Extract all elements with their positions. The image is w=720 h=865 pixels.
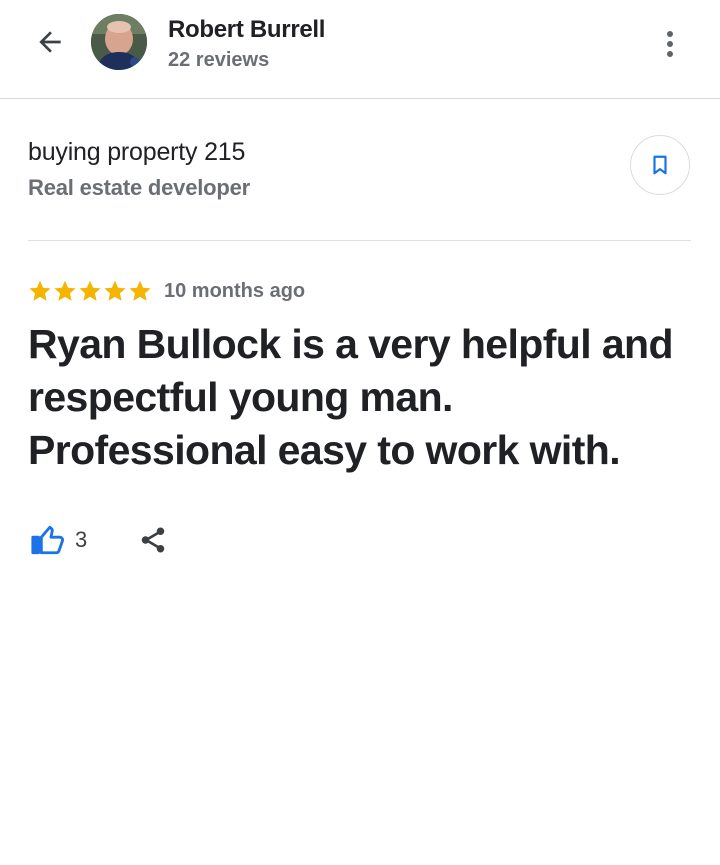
share-icon [141,527,165,553]
avatar[interactable] [91,14,147,70]
star-icon [54,280,76,301]
avatar-image [91,14,147,70]
star-icon [129,280,151,301]
bookmark-icon [653,155,667,175]
place-name[interactable]: buying property 215 [28,138,245,167]
divider [28,240,691,241]
review-text-line: Ryan Bullock is a very helpful and [28,321,674,367]
star-rating [28,279,152,303]
more-options-button[interactable] [656,26,684,62]
star-icon [29,280,51,301]
app-bar: Robert Burrell 22 reviews [0,0,720,99]
arrow-back-icon [39,31,61,53]
thumbs-up-icon [31,525,64,555]
share-button[interactable] [137,524,169,556]
review-time: 10 months ago [164,280,306,302]
save-button[interactable] [630,135,690,195]
place-category: Real estate developer [28,175,251,200]
reviewer-name[interactable]: Robert Burrell [168,16,325,44]
reviewer-review-count: 22 reviews [168,49,270,71]
review-text-line: Professional easy to work with. [28,427,621,473]
like-count: 3 [75,527,88,552]
star-icon [79,280,101,301]
star-icon [104,280,126,301]
review-text: Ryan Bullock is a very helpful and respe… [28,318,698,477]
review-text-line: respectful young man. [28,374,453,420]
more-vert-icon [667,31,673,57]
like-button[interactable]: 3 [30,520,87,560]
back-button[interactable] [30,24,70,60]
